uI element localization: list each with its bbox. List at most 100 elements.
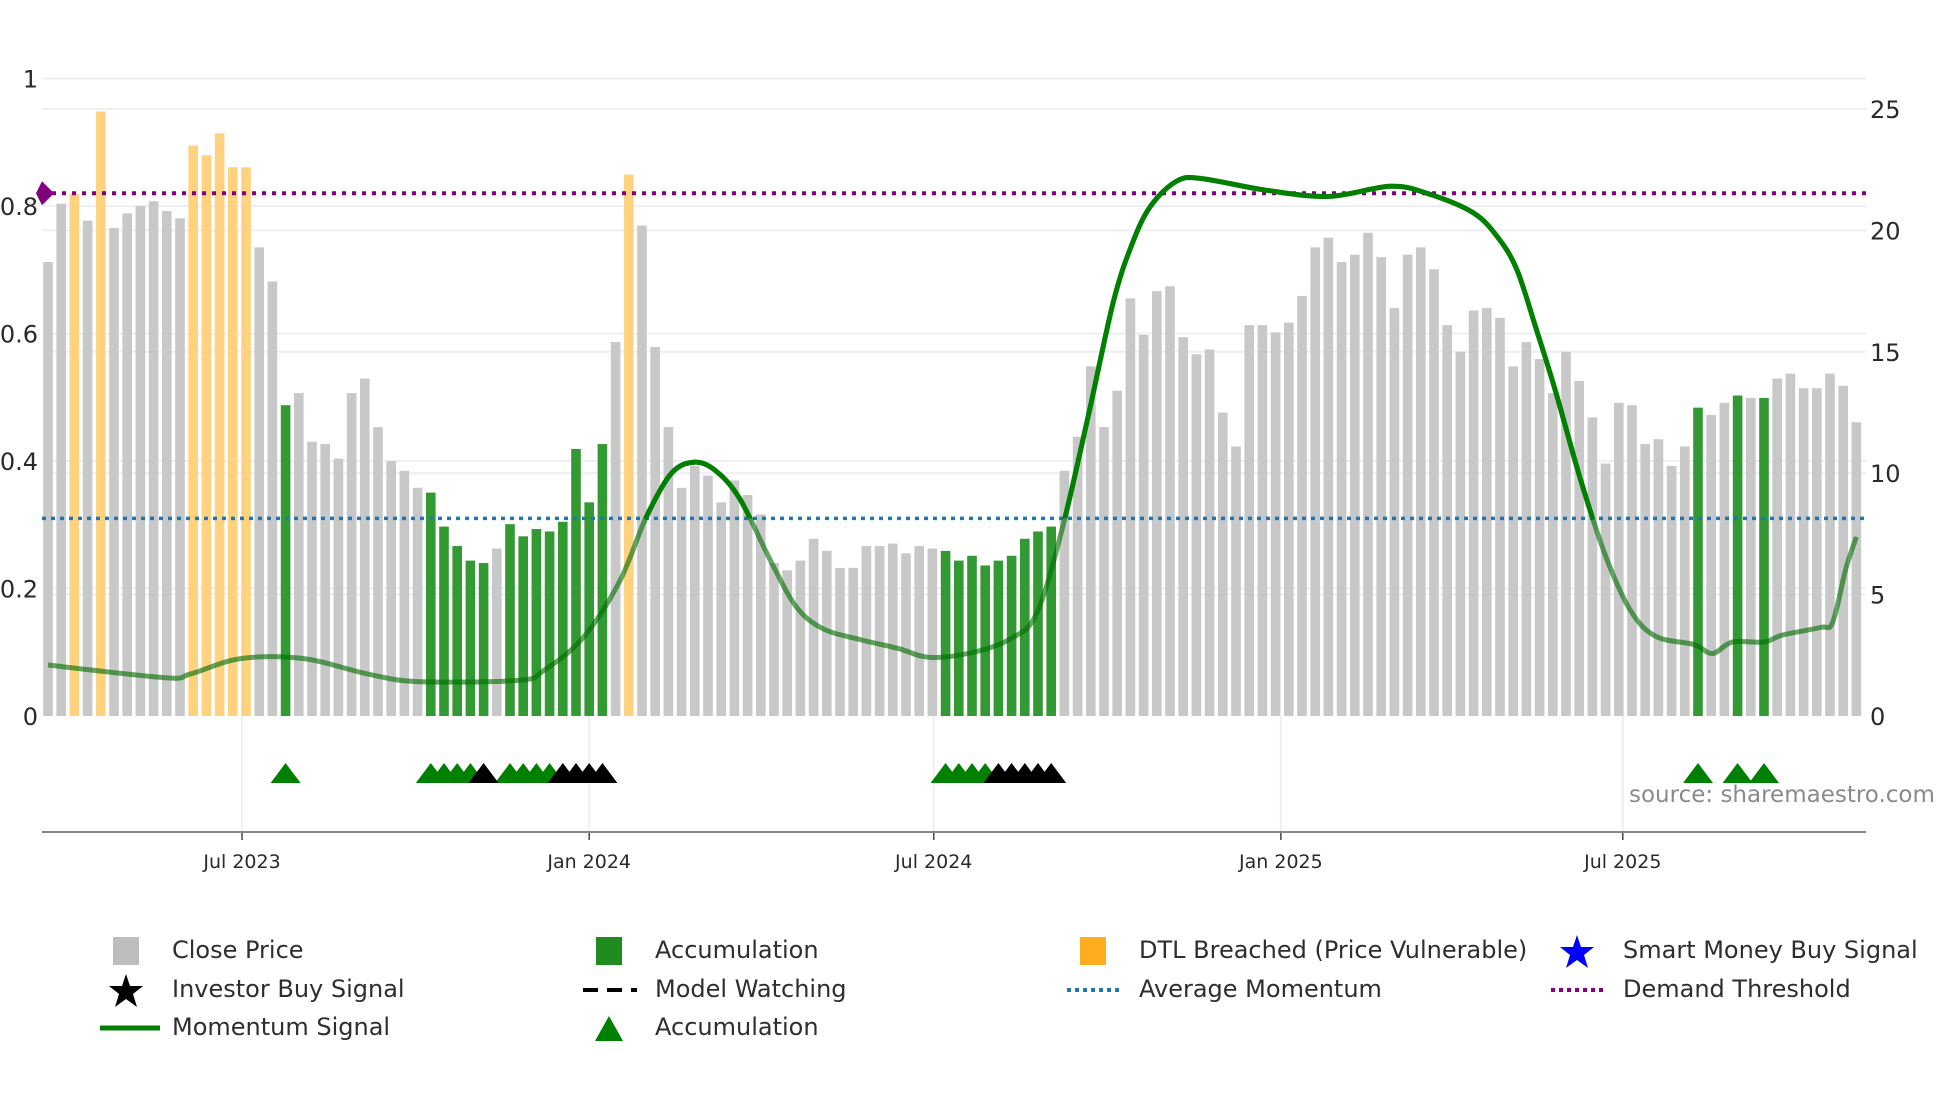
accumulation-bar: [571, 448, 581, 716]
purple-dotted-line-icon: [1551, 972, 1611, 1014]
legend-item[interactable]: Accumulation: [583, 1010, 963, 1046]
accumulation-bar: [505, 524, 515, 716]
close-price-bar: [56, 203, 66, 716]
left-axis-tick-label: 0.6: [0, 321, 38, 349]
close-price-bar: [1627, 405, 1637, 716]
accumulation-bar: [439, 526, 449, 716]
dtl-breached-bar: [228, 167, 238, 717]
close-price-bar: [1812, 388, 1822, 716]
close-price-bar: [267, 281, 278, 716]
close-price-bar: [320, 444, 330, 716]
legend-item[interactable]: Demand Threshold: [1551, 972, 1931, 1008]
close-price-bar: [1614, 402, 1624, 716]
accumulation-bar: [465, 560, 476, 716]
legend-item[interactable]: Close Price: [100, 933, 480, 969]
close-price-bar: [254, 247, 264, 716]
close-price-bar: [1231, 446, 1241, 716]
right-axis-tick-label: 10: [1870, 460, 1901, 488]
close-price-bar: [82, 220, 93, 717]
legend-label: Model Watching: [655, 975, 847, 1003]
close-price-bar: [650, 346, 660, 716]
close-price-bar: [1468, 310, 1479, 716]
close-price-bar: [927, 548, 938, 716]
close-price-bar: [1429, 269, 1439, 716]
accumulation-bar: [584, 502, 594, 716]
momentum-signal-line: [642, 175, 1596, 519]
dtl-breached-bar: [241, 167, 251, 717]
accumulation-bar: [558, 521, 568, 716]
close-price-bar: [148, 201, 159, 716]
close-price-bar: [373, 427, 383, 716]
close-price-bar: [874, 546, 885, 716]
close-price-bar: [1534, 359, 1545, 716]
close-price-bar: [333, 458, 344, 716]
close-price-bar: [1125, 298, 1136, 716]
close-price-bar: [1561, 351, 1571, 716]
legend-item[interactable]: Investor Buy Signal: [100, 972, 480, 1008]
accumulation-bar: [597, 444, 608, 716]
accumulation-bar: [980, 565, 990, 716]
close-price-bar: [122, 213, 132, 717]
legend-label: DTL Breached (Price Vulnerable): [1139, 936, 1528, 964]
legend-label: Investor Buy Signal: [172, 975, 405, 1003]
legend-item[interactable]: Momentum Signal: [100, 1010, 480, 1046]
left-axis-tick-label: 0: [23, 703, 38, 731]
legend-label: Smart Money Buy Signal: [1623, 936, 1918, 964]
close-price-bar: [1099, 427, 1109, 716]
accumulation-marker: [1722, 763, 1753, 783]
legend-item[interactable]: Model Watching: [583, 972, 963, 1008]
close-price-bar: [861, 546, 872, 716]
green-triangle-icon: [583, 1010, 643, 1052]
legend-label: Close Price: [172, 936, 304, 964]
close-price-bar: [1785, 373, 1796, 716]
close-price-bar: [1402, 254, 1413, 716]
close-price-bar: [769, 563, 779, 716]
close-price-bar: [1587, 417, 1598, 716]
close-price-bar: [1165, 286, 1175, 716]
x-axis-tick-label: Jul 2023: [202, 851, 280, 873]
close-price-bar: [1719, 402, 1730, 716]
accumulation-bar: [518, 536, 528, 716]
close-price-bar: [795, 560, 806, 716]
dtl-breached-bar: [201, 155, 212, 716]
left-axis-tick-label: 0.8: [0, 193, 38, 221]
close-price-bar: [835, 567, 845, 716]
close-price-bar: [637, 225, 647, 716]
x-axis-tick-label: Jan 2024: [546, 851, 631, 873]
right-axis-tick-label: 0: [1870, 703, 1885, 731]
close-price-bar: [676, 487, 687, 716]
black-dashed-line-icon: [583, 972, 643, 1014]
close-price-bar: [1218, 412, 1228, 716]
close-price-bar: [492, 548, 502, 716]
legend-item[interactable]: Accumulation: [583, 933, 963, 969]
close-price-bar: [1653, 439, 1664, 716]
legend-item[interactable]: Smart Money Buy Signal: [1551, 933, 1931, 969]
close-price-bar: [1416, 247, 1426, 716]
accumulation-marker: [1683, 763, 1713, 783]
dtl-breached-bar: [188, 145, 198, 717]
right-axis-tick-label: 5: [1870, 582, 1885, 610]
legend-item[interactable]: Average Momentum: [1067, 972, 1447, 1008]
demand-threshold-diamond: [36, 181, 54, 206]
left-axis-tick-label: 1: [23, 66, 38, 94]
close-price-bar: [1838, 385, 1848, 716]
close-price-bar: [1798, 388, 1809, 716]
close-price-bar: [360, 378, 370, 716]
accumulation-bar: [954, 560, 964, 716]
legend-label: Demand Threshold: [1623, 975, 1851, 1003]
accumulation-bar: [993, 560, 1004, 716]
close-price-bar: [888, 543, 898, 716]
price-bars: [43, 111, 1862, 717]
close-price-bar: [1244, 325, 1254, 716]
legend-item[interactable]: DTL Breached (Price Vulnerable): [1067, 933, 1527, 969]
legend-label: Accumulation: [655, 1013, 819, 1041]
green-square-icon: [583, 933, 643, 975]
close-price-bar: [43, 261, 53, 716]
close-price-bar: [109, 227, 119, 717]
close-price-bar: [848, 567, 858, 716]
left-axis-tick-label: 0.2: [0, 576, 38, 604]
close-price-bar: [294, 393, 304, 716]
close-price-bar: [690, 465, 700, 716]
x-axis-tick-label: Jul 2025: [1583, 851, 1661, 873]
legend-label: Average Momentum: [1139, 975, 1382, 1003]
